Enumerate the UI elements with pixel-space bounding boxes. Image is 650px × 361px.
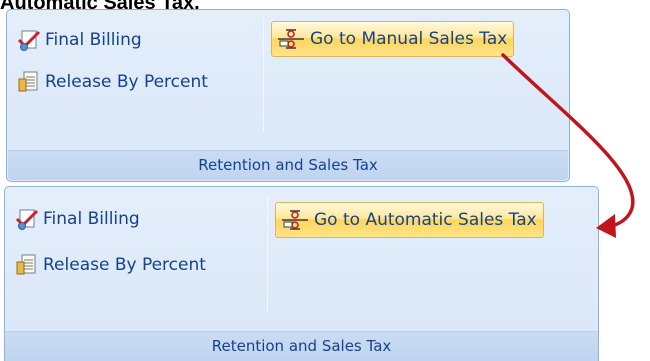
billing-check-icon [17,30,41,51]
ribbon-group-bottom: Final Billing Release By Percent Go to A… [4,186,599,361]
group-label: Retention and Sales Tax [5,331,598,361]
final-billing-button[interactable]: Final Billing [15,203,140,235]
go-to-manual-sales-tax-label: Go to Manual Sales Tax [310,29,508,49]
go-to-automatic-sales-tax-label: Go to Automatic Sales Tax [314,210,537,230]
release-by-percent-button[interactable]: Release By Percent [17,66,208,98]
document-percent-icon [18,71,38,92]
release-by-percent-label: Release By Percent [45,72,208,92]
document-percent-icon [16,254,36,275]
final-billing-button[interactable]: Final Billing [17,24,142,56]
release-by-percent-label: Release By Percent [43,255,206,275]
go-to-automatic-sales-tax-button[interactable]: Go to Automatic Sales Tax [275,202,544,238]
release-by-percent-button[interactable]: Release By Percent [15,249,206,281]
final-billing-label: Final Billing [43,209,140,229]
tax-toggle-icon [282,210,308,230]
final-billing-label: Final Billing [45,30,142,50]
group-separator [267,197,268,312]
group-label: Retention and Sales Tax [8,150,568,180]
group-separator [263,18,264,133]
tax-toggle-icon [278,29,304,49]
billing-check-icon [15,209,39,230]
go-to-manual-sales-tax-button[interactable]: Go to Manual Sales Tax [271,21,515,57]
ribbon-group-top: Final Billing Release By Percent Go to M… [6,9,570,182]
